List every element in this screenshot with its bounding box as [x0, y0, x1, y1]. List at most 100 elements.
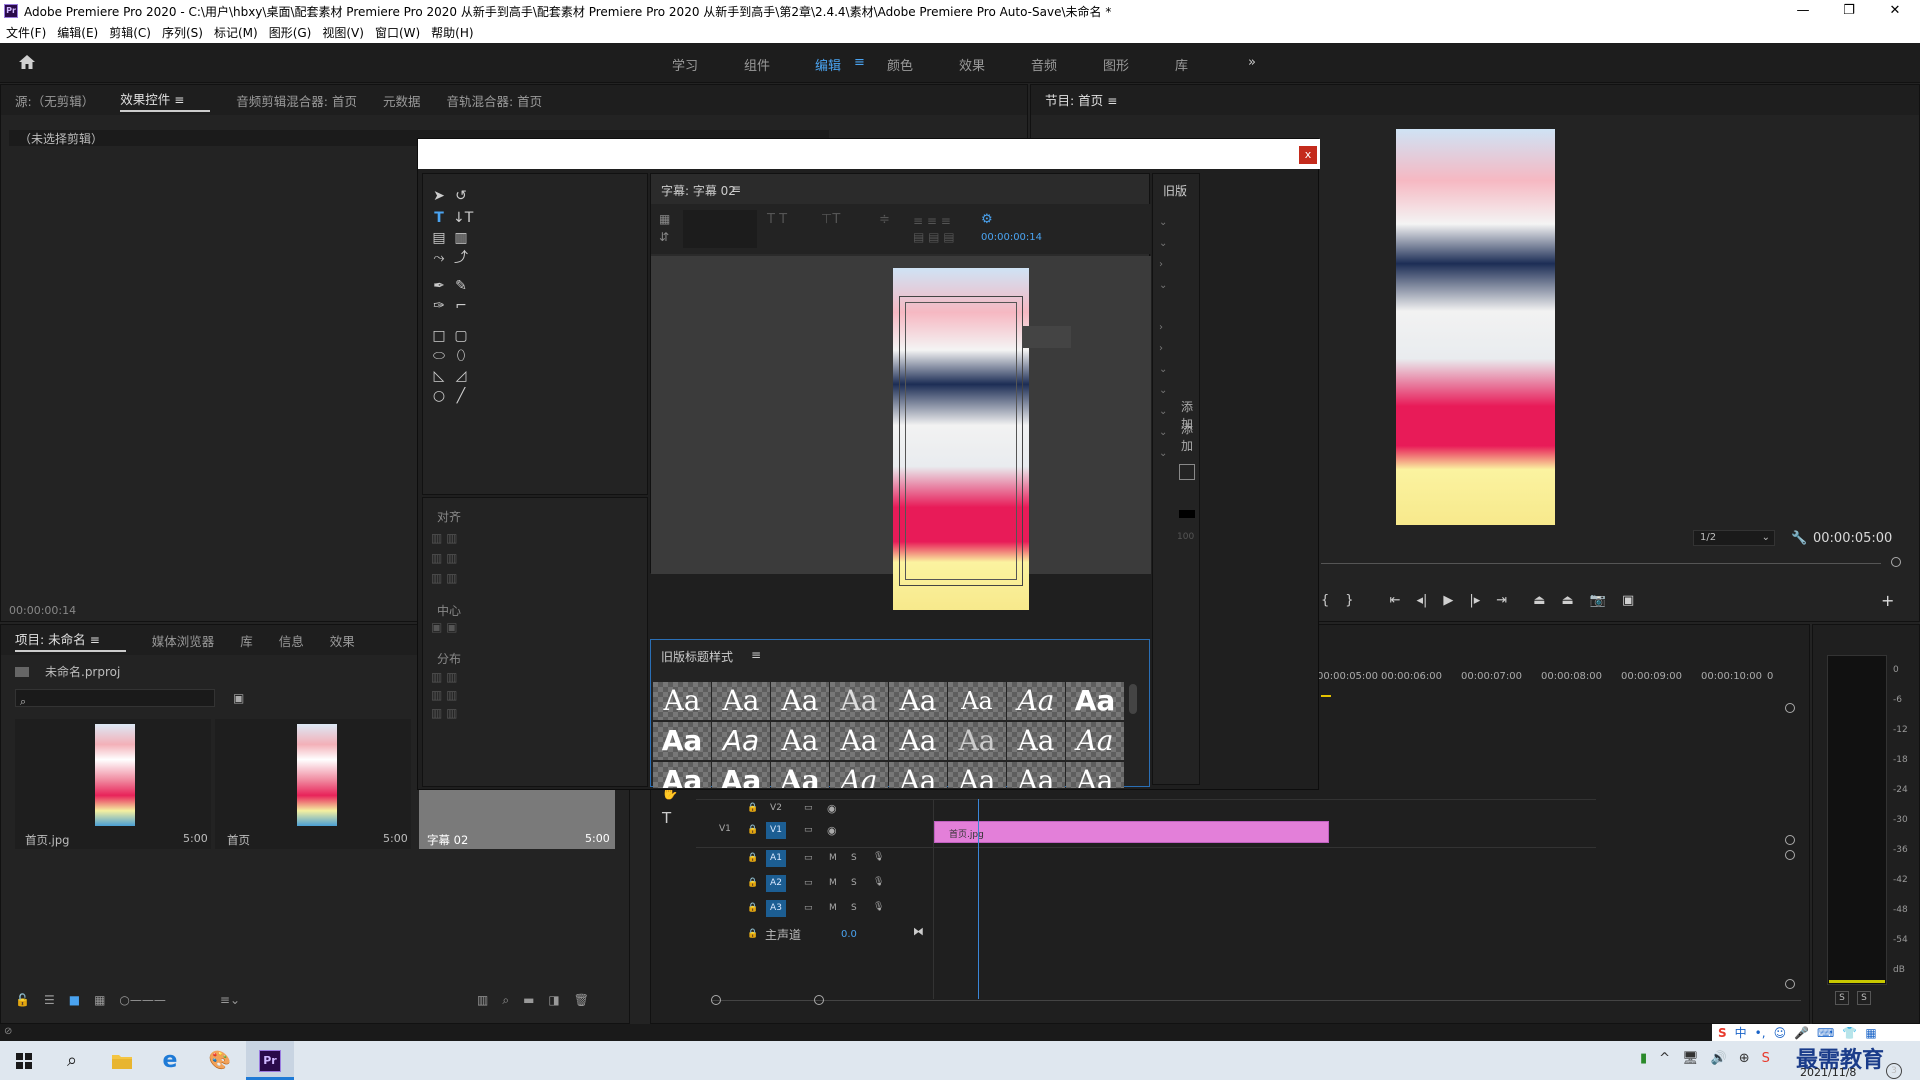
tab-program[interactable]: 节目: 首页 ≡: [1045, 90, 1143, 111]
style-swatch[interactable]: Aa: [712, 762, 770, 788]
project-search-input[interactable]: ⌕: [15, 689, 215, 708]
workspace-effects[interactable]: 效果: [959, 55, 985, 74]
skin-icon[interactable]: 👕: [1842, 1026, 1857, 1040]
v2-eye-icon[interactable]: ◉: [827, 802, 837, 815]
style-swatch[interactable]: Aa: [653, 762, 711, 788]
center-buttons[interactable]: ▣ ▣: [431, 620, 458, 634]
style-swatch[interactable]: Aa: [1066, 762, 1124, 788]
freeform-view-icon[interactable]: ▦: [94, 993, 105, 1007]
vertical-path-type-tool-icon[interactable]: ⤴: [453, 250, 469, 266]
menu-window[interactable]: 窗口(W): [375, 24, 420, 41]
playhead-line[interactable]: [978, 799, 979, 999]
color-swatch[interactable]: [1179, 510, 1195, 518]
menu-clip[interactable]: 剪辑(C): [109, 24, 151, 41]
tab-audio-track-mixer[interactable]: 音轨混合器: 首页: [447, 91, 543, 110]
tab-media-browser[interactable]: 媒体浏览器: [152, 631, 215, 650]
new-bin-search-icon[interactable]: ▣: [233, 691, 244, 705]
compare-view-icon[interactable]: ▣: [1622, 593, 1634, 608]
style-swatch[interactable]: Aa: [830, 682, 888, 720]
a3-lock-icon[interactable]: 🔒: [747, 903, 758, 913]
style-swatch[interactable]: Aa: [948, 682, 1006, 720]
type-tool-icon[interactable]: T: [662, 809, 671, 827]
file-explorer-icon[interactable]: [98, 1041, 146, 1080]
paint-app-icon[interactable]: 🎨: [196, 1041, 244, 1080]
workspace-graphics[interactable]: 图形: [1103, 55, 1129, 74]
title-canvas[interactable]: [651, 256, 1151, 610]
wrench-icon[interactable]: 🔧: [1791, 531, 1807, 546]
go-to-in-icon[interactable]: ⇤: [1390, 593, 1401, 608]
menu-file[interactable]: 文件(F): [6, 24, 46, 41]
tab-stops-icons[interactable]: ▤ ▤ ▤: [913, 230, 955, 244]
go-to-out-icon[interactable]: ⇥: [1496, 593, 1507, 608]
tab-libraries[interactable]: 库: [240, 631, 253, 650]
a3-mute[interactable]: M: [829, 903, 837, 913]
track-v1-label[interactable]: V1: [766, 822, 786, 839]
v1-eye-icon[interactable]: ◉: [827, 824, 837, 837]
style-swatch[interactable]: Aa: [948, 722, 1006, 760]
menu-sequence[interactable]: 序列(S): [162, 24, 203, 41]
track-a3-label[interactable]: A3: [766, 900, 786, 917]
program-scrub-bar[interactable]: [1321, 563, 1881, 564]
convert-anchor-tool-icon[interactable]: ⌐: [453, 298, 469, 314]
style-swatch[interactable]: Aa: [1066, 722, 1124, 760]
ime-mode[interactable]: 中: [1735, 1024, 1747, 1041]
icon-view-icon[interactable]: ■: [69, 993, 80, 1007]
new-title-icon[interactable]: ▦: [659, 212, 670, 226]
line-tool-icon[interactable]: ╱: [453, 388, 469, 404]
tab-info[interactable]: 信息: [279, 631, 304, 650]
zoom-slider-icon[interactable]: ○———: [119, 993, 165, 1007]
timeline-clip[interactable]: 首页.jpg: [934, 821, 1329, 843]
a1-mute[interactable]: M: [829, 853, 837, 863]
project-item-1[interactable]: 首页.jpg 5:00: [15, 719, 211, 849]
master-lock-icon[interactable]: 🔒: [747, 929, 758, 939]
edge-browser-icon[interactable]: e: [146, 1041, 194, 1080]
ellipse-tool-icon[interactable]: ○: [431, 388, 447, 404]
dialog-close-button[interactable]: x: [1299, 146, 1317, 164]
workspace-color[interactable]: 颜色: [887, 55, 913, 74]
keyboard-icon[interactable]: ⌨: [1817, 1026, 1834, 1040]
minimize-button[interactable]: —: [1780, 0, 1826, 22]
distribute-buttons[interactable]: ▥ ▥ ▥ ▥ ▥ ▥: [431, 668, 475, 722]
close-window-button[interactable]: ✕: [1872, 0, 1918, 22]
a1-sync-icon[interactable]: ▭: [804, 853, 813, 863]
new-bin-icon[interactable]: ▬: [523, 993, 534, 1008]
master-end-icon[interactable]: ⧓: [913, 925, 924, 938]
tab-metadata[interactable]: 元数据: [383, 91, 421, 110]
style-swatch[interactable]: Aa: [889, 682, 947, 720]
style-swatch[interactable]: Aa: [948, 762, 1006, 788]
rotation-tool-icon[interactable]: ↺: [453, 188, 469, 204]
styles-scrollbar[interactable]: [1129, 684, 1137, 714]
arc-tool-icon[interactable]: ◿: [453, 368, 469, 384]
ime-tray-icon[interactable]: ⊕: [1739, 1051, 1750, 1066]
sort-icon[interactable]: ≡⌄: [220, 993, 240, 1007]
menu-graphics[interactable]: 图形(G): [269, 24, 312, 41]
add-anchor-tool-icon[interactable]: ✑: [431, 298, 447, 314]
style-swatch[interactable]: Aa: [653, 682, 711, 720]
rounded-rectangle-tool-icon[interactable]: ▢: [453, 328, 469, 344]
add-stroke-label-2[interactable]: 添加: [1181, 420, 1199, 454]
track-zoom-handle[interactable]: [1785, 835, 1795, 845]
export-frame-icon[interactable]: 📷: [1590, 593, 1606, 608]
workspace-editing[interactable]: 编辑: [815, 55, 841, 74]
properties-chevrons[interactable]: ⌄ ⌄ › ⌄ › › ⌄ ⌄ ⌄ ⌄ ⌄: [1159, 212, 1167, 464]
extract-icon[interactable]: ⏏: [1561, 593, 1573, 608]
home-icon[interactable]: [18, 54, 36, 70]
style-swatch[interactable]: Aa: [712, 722, 770, 760]
list-view-icon[interactable]: ☰: [44, 993, 55, 1007]
zoom-select[interactable]: 1/2 ⌄: [1693, 530, 1775, 546]
project-menu-icon[interactable]: ≡: [90, 633, 100, 647]
font-size-icon[interactable]: ⊤T: [821, 212, 840, 227]
tools-icon[interactable]: ▦: [1865, 1026, 1876, 1040]
punctuation-icon[interactable]: •,: [1755, 1026, 1766, 1040]
wedge-tool-icon[interactable]: ◺: [431, 368, 447, 384]
style-swatch[interactable]: Aa: [653, 722, 711, 760]
lock-icon[interactable]: 🔓: [15, 993, 30, 1007]
volume-icon[interactable]: 🔊: [1711, 1051, 1727, 1066]
rectangle-tool-icon[interactable]: □: [431, 328, 447, 344]
rounded-corner-tool-icon[interactable]: ⬯: [453, 348, 469, 364]
a3-sync-icon[interactable]: ▭: [804, 903, 813, 913]
delete-anchor-tool-icon[interactable]: ✎: [453, 278, 469, 294]
tab-audio-clip-mixer[interactable]: 音频剪辑混合器: 首页: [236, 91, 357, 110]
notification-icon[interactable]: 3: [1886, 1063, 1902, 1079]
search-icon[interactable]: ⌕: [48, 1041, 96, 1080]
